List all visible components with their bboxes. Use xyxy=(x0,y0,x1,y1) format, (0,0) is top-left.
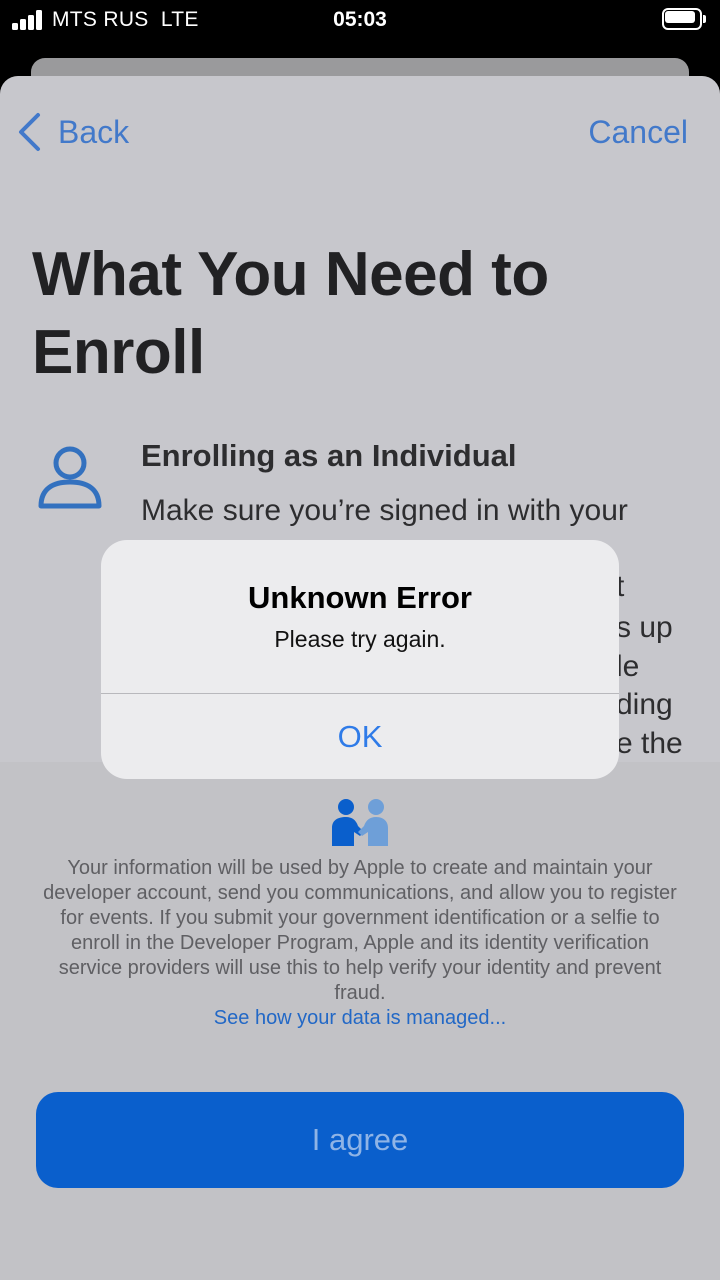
status-bar: MTS RUS LTE 05:03 xyxy=(0,0,720,40)
data-managed-link[interactable]: See how your data is managed... xyxy=(40,1007,680,1030)
battery-icon xyxy=(662,8,706,30)
screen: MTS RUS LTE 05:03 Back Cancel What You N… xyxy=(0,0,720,1280)
alert-message: Please try again. xyxy=(274,626,446,652)
alert-title: Unknown Error xyxy=(248,580,472,615)
privacy-text: Your information will be used by Apple t… xyxy=(43,857,677,1004)
error-alert: Unknown Error Please try again. OK xyxy=(101,540,619,779)
privacy-footer: Your information will be used by Apple t… xyxy=(0,762,720,1280)
agree-button[interactable]: I agree xyxy=(36,1092,684,1188)
alert-ok-button[interactable]: OK xyxy=(101,694,619,779)
handshake-privacy-icon xyxy=(332,799,388,846)
status-time: 05:03 xyxy=(333,8,387,31)
